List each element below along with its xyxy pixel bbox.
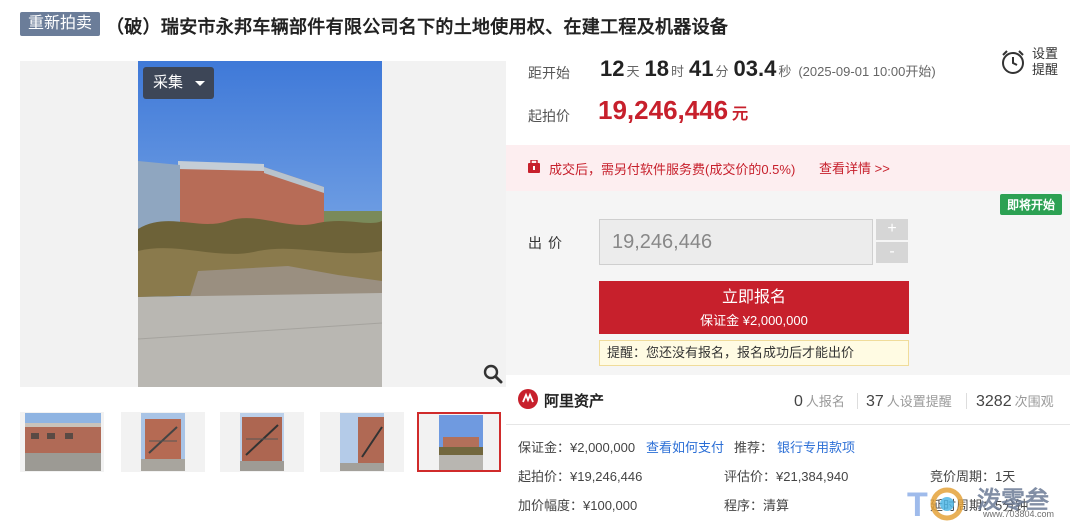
countdown-label: 距开始 <box>528 65 570 81</box>
collect-button[interactable]: 采集 <box>143 67 214 99</box>
view-count: 3282 次围观 <box>976 391 1054 411</box>
watermark-url: www.703804.com <box>983 509 1055 519</box>
start-price-unit: 元 <box>732 106 749 123</box>
countdown-minutes: 41 <box>689 56 714 81</box>
divider <box>966 393 967 409</box>
bid-label: 出价 <box>528 235 568 251</box>
signup-button-label: 立即报名 <box>721 289 786 306</box>
photo-gallery: 采集 <box>20 61 506 387</box>
thumbnail-strip <box>20 412 506 474</box>
svg-text:T: T <box>907 486 928 524</box>
status-badge: 即将开始 <box>999 194 1062 215</box>
thumbnail[interactable] <box>121 412 205 472</box>
view-count-unit: 次围观 <box>1014 394 1054 409</box>
countdown-minutes-unit: 分 <box>715 64 729 79</box>
thumbnail[interactable] <box>20 412 104 472</box>
bid-amount-input[interactable]: 19,246,446 <box>599 219 873 265</box>
recommend-label: 推荐： <box>734 440 774 455</box>
fee-icon <box>528 160 540 173</box>
stats-bar: 阿里资产 0 人报名 37 人设置提醒 3282 次围观 <box>506 377 1070 425</box>
deposit-info: 保证金：¥2,000,000 <box>518 440 636 455</box>
chevron-down-icon <box>195 81 205 86</box>
increment-info: 加价幅度：¥100,000 <box>518 498 638 513</box>
page-title: （破）瑞安市永邦车辆部件有限公司名下的土地使用权、在建工程及机器设备 <box>106 17 729 37</box>
signup-deposit: 保证金 ¥2,000,000 <box>700 313 808 328</box>
reminder-count-value: 37 <box>866 393 884 410</box>
thumbnail-active[interactable] <box>417 412 501 472</box>
brand-name: 阿里资产 <box>544 393 605 410</box>
fee-notice: 成交后，需另付软件服务费(成交价的0.5%) 查看详情 >> <box>506 145 1070 191</box>
countdown-days: 12 <box>600 56 625 81</box>
set-reminder-link[interactable]: 设置提醒 <box>1032 46 1062 78</box>
start-price-label: 起拍价 <box>528 108 570 124</box>
thumbnail[interactable] <box>220 412 304 472</box>
collect-label: 采集 <box>153 74 184 91</box>
start-price: 19,246,446 元 <box>598 95 748 126</box>
auction-info: 距开始 12 天 18 时 41 分 03.4 秒 (2025-09-01 10:00开始) 设… <box>506 44 1070 144</box>
signup-count-unit: 人报名 <box>805 394 845 409</box>
signup-count: 0 人报名 <box>794 391 845 411</box>
start-price-info: 起拍价：¥19,246,446 <box>518 469 643 484</box>
countdown-hours: 18 <box>644 56 669 81</box>
countdown: 12 天 18 时 41 分 03.4 秒 (2025-09-01 10:00开始) <box>600 56 936 82</box>
start-price-value: 19,246,446 <box>598 95 729 125</box>
divider <box>857 393 858 409</box>
decrease-bid-button[interactable]: - <box>876 242 908 263</box>
signup-notice: 提醒：您还没有报名，报名成功后才能出价 <box>599 340 909 366</box>
appraisal-info: 评估价：¥21,384,940 <box>724 469 849 484</box>
bank-account-link[interactable]: 银行专用款项 <box>777 437 855 456</box>
signup-count-value: 0 <box>794 393 803 410</box>
ali-logo-icon <box>518 389 538 409</box>
countdown-seconds-unit: 秒 <box>778 64 792 79</box>
procedure-info: 程序：清算 <box>724 498 790 513</box>
fee-details-link[interactable]: 查看详情 >> <box>819 158 890 177</box>
increase-bid-button[interactable]: + <box>876 219 908 240</box>
thumbnail[interactable] <box>320 412 404 472</box>
alarm-clock-icon[interactable] <box>1000 49 1026 75</box>
view-count-value: 3282 <box>976 393 1012 410</box>
bid-panel: 即将开始 出价 19,246,446 + - 立即报名 保证金 ¥2,000,0… <box>506 191 1070 375</box>
reminder-count: 37 人设置提醒 <box>866 391 952 411</box>
start-time: (2025-09-01 10:00开始) <box>798 64 936 79</box>
countdown-seconds: 03.4 <box>733 56 777 81</box>
countdown-days-unit: 天 <box>626 64 640 79</box>
countdown-hours-unit: 时 <box>670 64 684 79</box>
watermark: T 泼零叁 www.703804.com <box>907 478 1080 528</box>
watermark-logo: T <box>907 486 964 524</box>
signup-button[interactable]: 立即报名 保证金 ¥2,000,000 <box>599 281 909 334</box>
main-photo[interactable] <box>138 61 382 387</box>
fee-notice-text: 成交后，需另付软件服务费(成交价的0.5%) <box>549 162 796 177</box>
zoom-icon[interactable] <box>482 363 504 385</box>
how-to-pay-link[interactable]: 查看如何支付 <box>646 437 724 456</box>
relist-badge: 重新拍卖 <box>20 12 101 36</box>
reminder-count-unit: 人设置提醒 <box>886 394 952 409</box>
